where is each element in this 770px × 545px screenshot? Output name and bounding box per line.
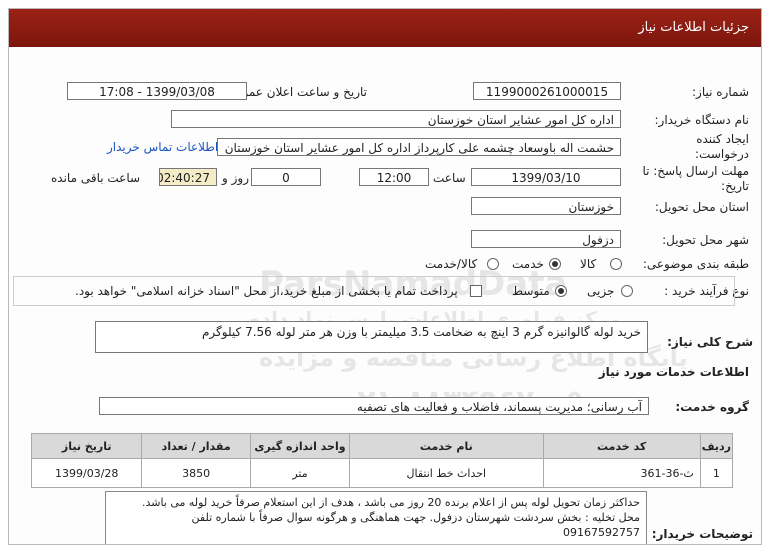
deadline-time-field: 12:00 xyxy=(359,168,429,186)
province-field: خوزستان xyxy=(471,197,621,215)
col-unit: واحد اندازه گیری xyxy=(249,433,351,459)
notes-line-1: حداکثر زمان تحویل لوله پس از اعلام برنده… xyxy=(141,496,640,509)
cell-code: ث-36-361 xyxy=(542,458,701,488)
category-label: طبقه بندی موضوعی: xyxy=(642,257,749,271)
category-goods-radio[interactable] xyxy=(610,258,622,270)
process-frame xyxy=(13,276,735,306)
category-goods-service-label: کالا/خدمت xyxy=(425,257,478,271)
page-title: جزئیات اطلاعات نیاز xyxy=(638,20,749,35)
days-field: 0 xyxy=(251,168,321,186)
summary-label: شرح کلی نیاز: xyxy=(667,335,753,349)
creator-field: حشمت اله باوسعاد چشمه علی کارپرداز اداره… xyxy=(217,138,621,156)
remaining-label: ساعت باقی مانده xyxy=(51,171,141,185)
creator-label-text: ایجاد کننده درخواست: xyxy=(695,132,749,161)
remaining-time-field: 02:40:27 xyxy=(159,168,217,186)
cell-unit: متر xyxy=(249,458,351,488)
category-service-radio[interactable] xyxy=(549,258,561,270)
category-goods-label: کالا xyxy=(580,257,597,271)
cell-quantity: 3850 xyxy=(141,458,251,488)
need-details-panel: جزئیات اطلاعات نیاز ParsNamadData مرکز ف… xyxy=(8,8,762,545)
col-code: کد خدمت xyxy=(542,433,701,459)
deadline-date-field: 1399/03/10 xyxy=(471,168,621,186)
deadline-label: مهلت ارسال پاسخ: تا تاریخ: xyxy=(639,164,749,194)
title-bar: جزئیات اطلاعات نیاز xyxy=(9,9,761,47)
services-section-title: اطلاعات خدمات مورد نیاز xyxy=(598,365,749,379)
cell-name: احداث خط انتقال xyxy=(349,458,544,488)
announce-field: 1399/03/08 - 17:08 xyxy=(67,82,247,100)
notes-box: حداکثر زمان تحویل لوله پس از اعلام برنده… xyxy=(105,491,647,544)
need-number-label: شماره نیاز: xyxy=(692,85,749,99)
service-group-label: گروه خدمت: xyxy=(675,400,749,414)
city-field: دزفول xyxy=(471,230,621,248)
deadline-label-text: مهلت ارسال پاسخ: تا تاریخ: xyxy=(642,164,749,193)
notes-label: توضیحات خریدار: xyxy=(651,527,753,541)
col-name: نام خدمت xyxy=(349,433,544,459)
deadline-time-label: ساعت xyxy=(433,171,466,185)
contact-buyer-link[interactable]: اطلاعات تماس خریدار xyxy=(107,140,218,154)
days-label: روز و xyxy=(222,171,249,185)
need-number-field: 1199000261000015 xyxy=(473,82,621,100)
summary-text: خرید لوله گالوانیزه گرم 3 اینچ به ضخامت … xyxy=(202,325,641,339)
cell-row: 1 xyxy=(699,458,734,488)
notes-line-2: محل تخلیه : بخش سردشت شهرستان دزفول. جهت… xyxy=(191,511,640,524)
buyer-label: نام دستگاه خریدار: xyxy=(654,113,750,127)
buyer-field: اداره کل امور عشایر استان خوزستان xyxy=(171,110,621,128)
creator-label: ایجاد کننده درخواست: xyxy=(639,132,749,162)
city-label: شهر محل تحویل: xyxy=(662,233,749,247)
category-goods-service-radio[interactable] xyxy=(487,258,499,270)
col-date: تاریخ نیاز xyxy=(30,433,143,459)
services-table-header: ردیف کد خدمت نام خدمت واحد اندازه گیری م… xyxy=(30,433,734,459)
col-quantity: مقدار / تعداد xyxy=(141,433,251,459)
services-table: ردیف کد خدمت نام خدمت واحد اندازه گیری م… xyxy=(30,433,734,488)
summary-field: خرید لوله گالوانیزه گرم 3 اینچ به ضخامت … xyxy=(95,321,648,353)
notes-line-3: 09167592757 xyxy=(563,526,640,539)
category-service-label: خدمت xyxy=(512,257,544,271)
cell-date: 1399/03/28 xyxy=(30,458,143,488)
province-label: استان محل تحویل: xyxy=(654,200,749,214)
col-row: ردیف xyxy=(699,433,734,459)
service-group-field: آب رسانی؛ مدیریت پسماند، فاضلاب و فعالیت… xyxy=(99,397,649,415)
table-row: 1 ث-36-361 احداث خط انتقال متر 3850 1399… xyxy=(30,458,734,488)
